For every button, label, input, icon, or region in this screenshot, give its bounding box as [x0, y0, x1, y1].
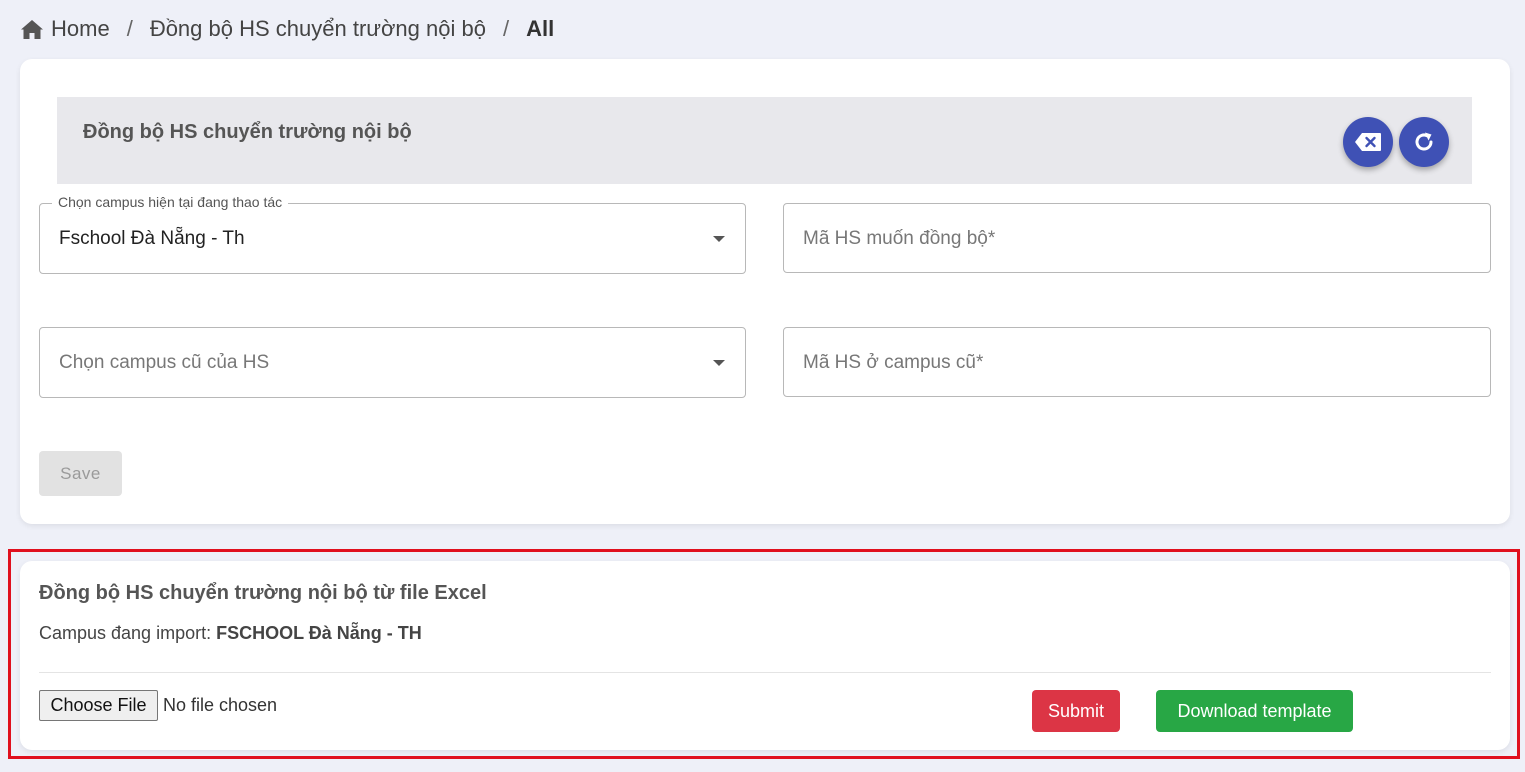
chevron-down-icon — [713, 236, 725, 242]
form-title: Đồng bộ HS chuyển trường nội bộ — [83, 121, 412, 143]
chevron-down-icon — [713, 360, 725, 366]
student-code-placeholder: Mã HS muốn đồng bộ* — [803, 228, 996, 249]
current-campus-select[interactable]: Chọn campus hiện tại đang thao tác Fscho… — [39, 194, 746, 274]
old-student-code-placeholder: Mã HS ở campus cũ* — [803, 352, 984, 373]
current-campus-legend: Chọn campus hiện tại đang thao tác — [52, 194, 289, 210]
home-icon — [21, 19, 43, 39]
student-code-input[interactable]: Mã HS muốn đồng bộ* — [783, 203, 1491, 273]
breadcrumb-section-link[interactable]: Đồng bộ HS chuyển trường nội bộ — [150, 16, 486, 42]
highlight-frame — [8, 549, 1520, 759]
current-campus-value: Fschool Đà Nẵng - Th — [59, 228, 245, 249]
old-campus-placeholder: Chọn campus cũ của HS — [59, 352, 270, 373]
backspace-clear-icon — [1355, 133, 1381, 151]
breadcrumb-current: All — [526, 16, 555, 41]
form-header: Đồng bộ HS chuyển trường nội bộ — [57, 97, 1472, 184]
breadcrumb-home-label[interactable]: Home — [51, 16, 110, 42]
breadcrumb: Home / Đồng bộ HS chuyển trường nội bộ /… — [20, 16, 554, 42]
refresh-button[interactable] — [1399, 117, 1449, 167]
save-button[interactable]: Save — [39, 451, 122, 496]
old-student-code-input[interactable]: Mã HS ở campus cũ* — [783, 327, 1491, 397]
breadcrumb-separator: / — [502, 16, 510, 41]
old-campus-select[interactable]: Chọn campus cũ của HS — [39, 327, 746, 398]
breadcrumb-separator: / — [126, 16, 133, 41]
breadcrumb-home-link[interactable]: Home — [20, 16, 110, 42]
clear-button[interactable] — [1343, 117, 1393, 167]
sync-form-card: Đồng bộ HS chuyển trường nội bộ Chọn cam… — [20, 59, 1510, 524]
refresh-icon — [1415, 132, 1433, 151]
